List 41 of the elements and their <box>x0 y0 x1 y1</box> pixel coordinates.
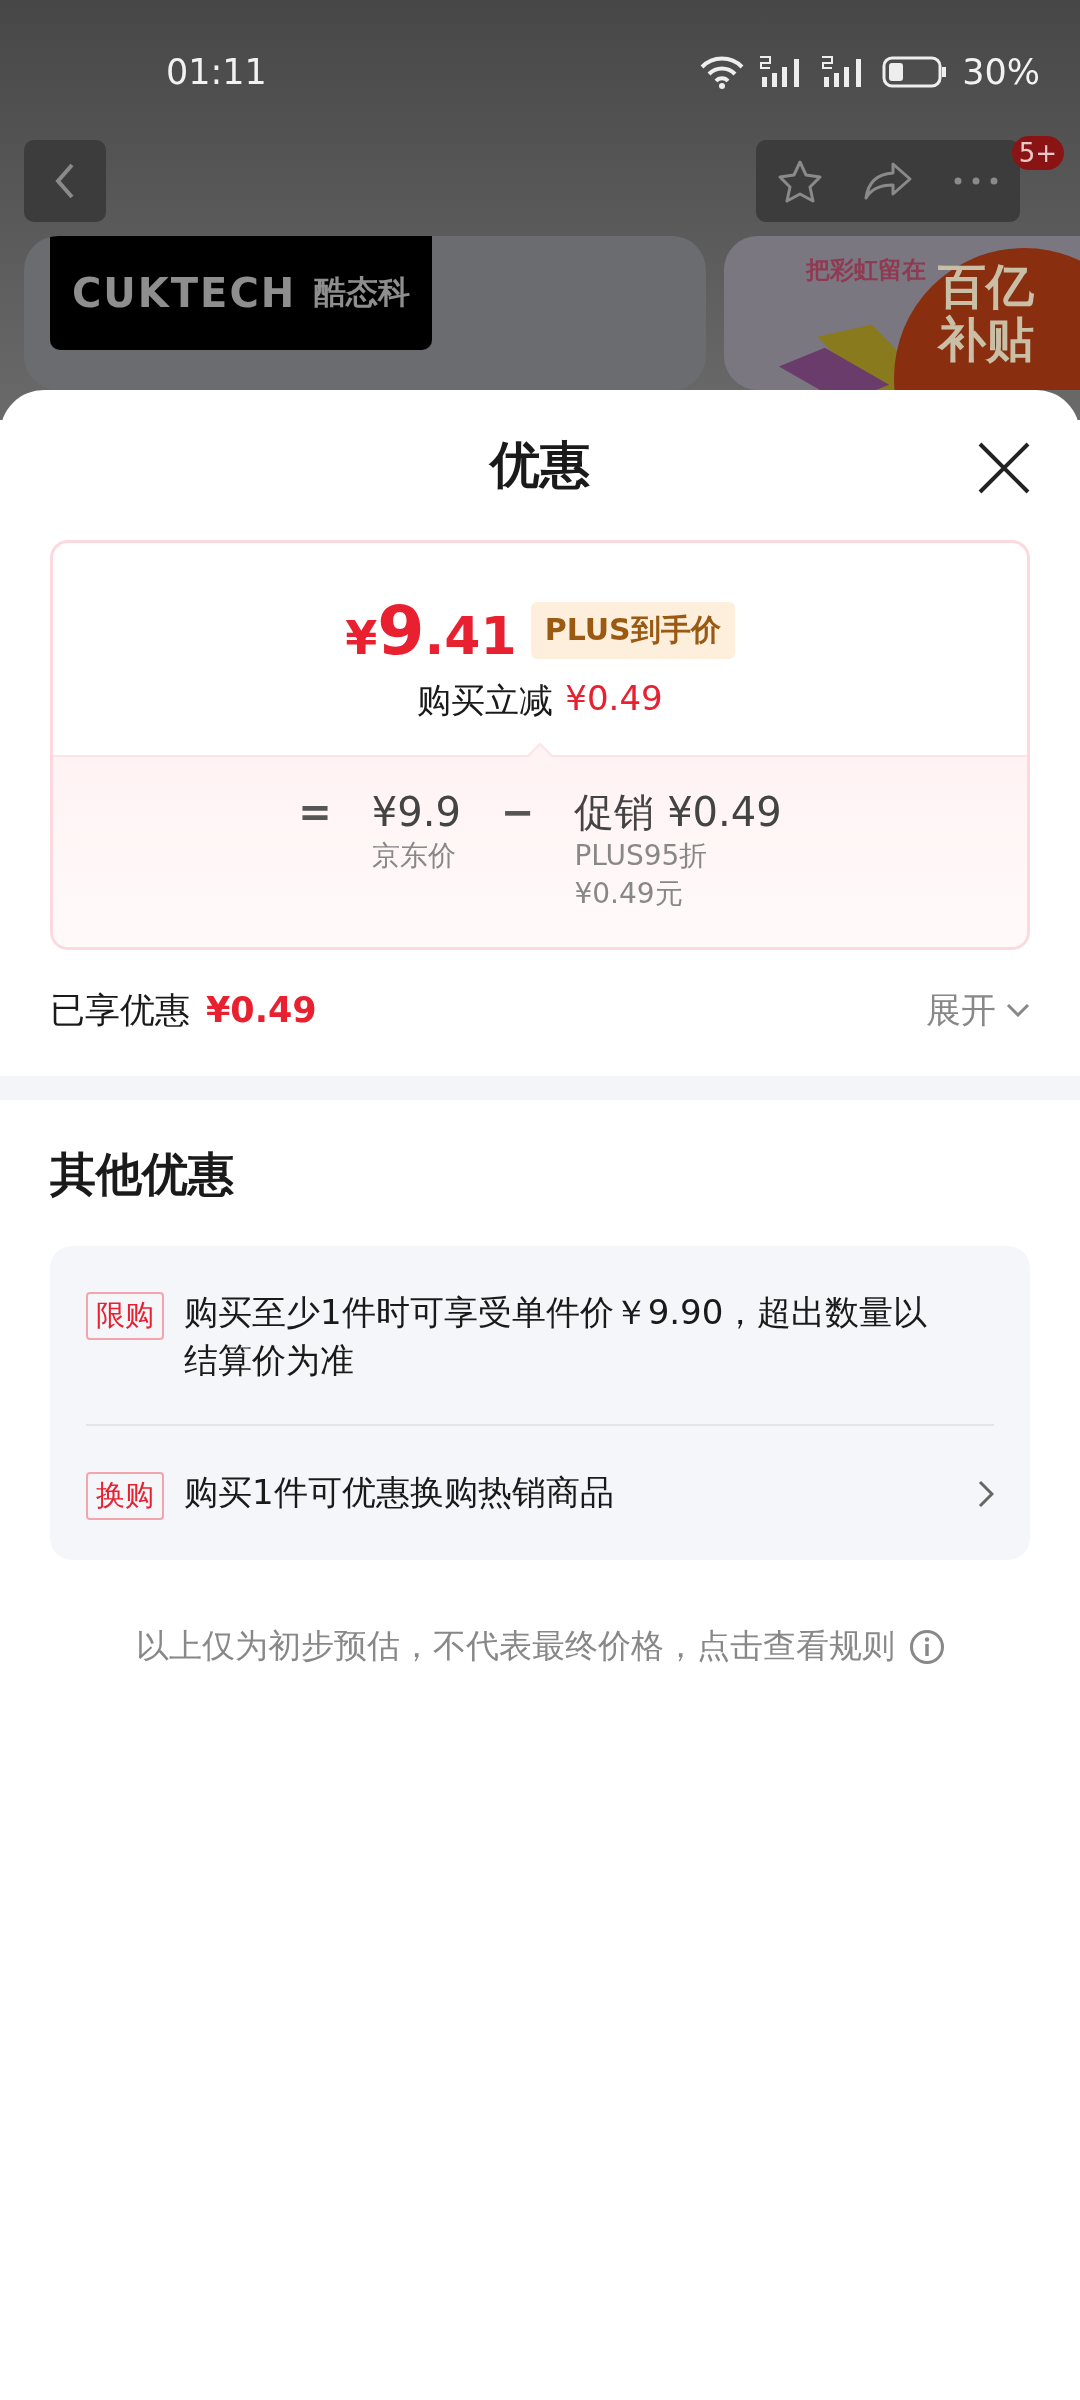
banner-slogan: 把彩虹留在 <box>806 255 926 286</box>
banner-card[interactable]: 把彩虹留在 百亿 补贴 <box>724 236 1080 390</box>
price-tag: PLUS到手价 <box>530 602 735 659</box>
offer-tag: 限购 <box>86 1292 164 1340</box>
info-icon[interactable] <box>908 1628 945 1665</box>
expand-button[interactable]: 展开 <box>926 986 1030 1034</box>
operator-sign: − <box>500 788 535 837</box>
more-icon <box>954 177 998 185</box>
term-note: 京东价 <box>371 838 457 874</box>
battery-icon <box>882 56 949 88</box>
close-button[interactable] <box>976 440 1032 496</box>
chevron-right-icon[interactable] <box>978 1480 994 1508</box>
offer-text: 购买至少1件时可享受单件价￥9.90，超出数量以结算价为准 <box>184 1291 929 1382</box>
back-icon <box>54 161 76 201</box>
discount-amount: ¥0.49 <box>206 990 317 1030</box>
brand-name: CUKTECH <box>72 270 297 316</box>
operator-sign: = <box>298 788 332 837</box>
price-term: ¥9.9 <box>371 788 461 837</box>
discount-label: 已享优惠 <box>50 988 190 1032</box>
saving-label: 购买立减 <box>417 679 554 722</box>
status-time: 01:11 <box>166 52 268 92</box>
notification-badge: 5+ <box>1011 136 1064 170</box>
saving-amount: ¥0.49 <box>565 678 663 720</box>
section-title: 其他优惠 <box>49 1146 235 1203</box>
banner-card[interactable]: CUKTECH 酷态科 <box>24 236 706 390</box>
term-note: PLUS95折 <box>574 838 709 874</box>
back-button[interactable] <box>24 140 106 222</box>
chevron-down-icon <box>1006 1003 1030 1017</box>
final-price: ¥9.41 <box>345 591 517 670</box>
offer-text: 购买1件可优惠换购热销商品 <box>184 1471 615 1514</box>
sheet-title: 优惠 <box>490 434 590 496</box>
star-icon <box>777 159 823 203</box>
term-note: ¥0.49元 <box>574 876 684 912</box>
disclaimer-text[interactable]: 以上仅为初步预估，不代表最终价格，点击查看规则 <box>135 1624 895 1669</box>
wifi-icon <box>700 55 745 89</box>
share-icon <box>863 161 913 201</box>
offer-tag: 换购 <box>86 1472 164 1520</box>
brand-name-cn: 酷态科 <box>314 272 411 313</box>
price-term: 促销 ¥0.49 <box>574 788 782 837</box>
battery-percent: 30% <box>962 52 1040 92</box>
close-icon <box>976 440 1032 496</box>
